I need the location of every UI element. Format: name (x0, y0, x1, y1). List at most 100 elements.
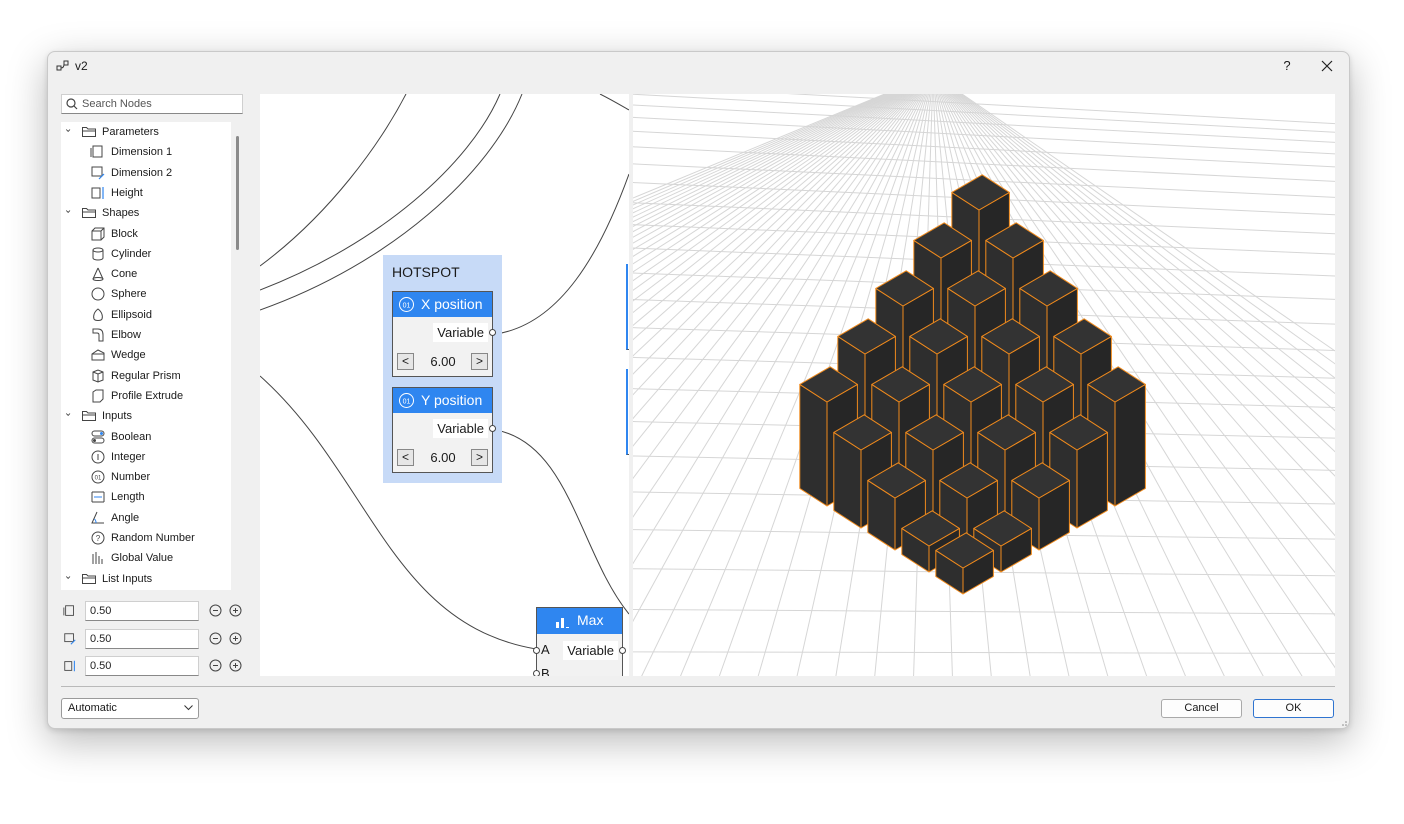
tree-item-label: Regular Prism (111, 369, 181, 382)
dimension-2-icon (64, 633, 76, 645)
tree-item-label: Length (111, 491, 145, 504)
tree-group-label: List Inputs (102, 572, 153, 585)
tree-item-height[interactable]: Height (61, 183, 231, 203)
svg-text:01: 01 (403, 399, 411, 406)
tree-item-wedge[interactable]: Wedge (61, 345, 231, 365)
decrement-icon[interactable] (209, 604, 222, 617)
node-header[interactable]: 01 X position (393, 292, 492, 317)
tree-item-label: Cylinder (111, 247, 152, 260)
tree-item-global-value[interactable]: Global Value (61, 548, 231, 568)
footer-divider (61, 686, 1335, 687)
tree-item-label: Wedge (111, 349, 146, 362)
ok-button[interactable]: OK (1253, 699, 1334, 718)
parameter-row (61, 601, 243, 621)
decrement-icon[interactable] (209, 632, 222, 645)
bar-chart-icon (556, 618, 569, 628)
dimension-2-icon (91, 166, 105, 180)
tree-item-block[interactable]: Block (61, 224, 231, 244)
tree-item-ellipsoid[interactable]: Ellipsoid (61, 305, 231, 325)
value-stepper[interactable]: < 6.00 > (397, 449, 489, 467)
output-port[interactable] (489, 425, 496, 432)
output-port[interactable] (619, 647, 626, 654)
input-port-a[interactable] (533, 647, 540, 654)
output-label: Variable (563, 641, 618, 660)
folder-icon (82, 573, 96, 584)
tree-item-elbow[interactable]: Elbow (61, 325, 231, 345)
3d-scene (633, 94, 1335, 676)
tree-item-label: Ellipsoid (111, 308, 152, 321)
tree-item-label: Block (111, 227, 138, 240)
dimension-icon (90, 145, 103, 158)
increment-icon[interactable] (229, 659, 242, 672)
help-button[interactable]: ? (1276, 55, 1298, 77)
value-stepper[interactable]: < 6.00 > (397, 353, 489, 371)
hotspot-group[interactable]: HOTSPOT 01 X position Variable < 6.00 > … (383, 255, 502, 483)
tree-item-cone[interactable]: Cone (61, 264, 231, 284)
search-box[interactable] (61, 94, 243, 114)
random-number-icon: ? (91, 531, 105, 545)
input-port-b[interactable] (533, 670, 540, 676)
window-title: v2 (75, 59, 88, 73)
tree-group-list-inputs[interactable]: List Inputs (61, 569, 231, 589)
tree-item-profile-extrude[interactable]: Profile Extrude (61, 386, 231, 406)
resize-grip-icon[interactable] (1339, 718, 1347, 726)
output-port[interactable] (489, 329, 496, 336)
decrement-button[interactable]: < (397, 353, 414, 370)
decrement-button[interactable]: < (397, 449, 414, 466)
node-title: X position (421, 296, 483, 312)
mode-select-value: Automatic (68, 702, 117, 714)
tree-item-dimension-1[interactable]: Dimension 1 (61, 142, 231, 162)
search-icon (66, 98, 78, 110)
wire (495, 429, 629, 615)
tree-group-label: Parameters (102, 126, 159, 138)
max-node[interactable]: Max A B Variable (533, 607, 626, 676)
parameter-row (61, 629, 243, 649)
input-b-label: B (541, 666, 550, 676)
mode-select[interactable]: Automatic (61, 698, 199, 719)
tree-item-length[interactable]: Length (61, 487, 231, 507)
tree-item-integer[interactable]: Integer (61, 447, 231, 467)
prism-icon (92, 369, 104, 383)
tree-item-regular-prism[interactable]: Regular Prism (61, 366, 231, 386)
offscreen-node-edge (626, 369, 629, 455)
svg-text:01: 01 (403, 303, 411, 310)
tree-item-angle[interactable]: Angle (61, 508, 231, 528)
close-icon[interactable] (1316, 55, 1338, 77)
tree-item-label: Sphere (111, 288, 147, 301)
decrement-icon[interactable] (209, 659, 222, 672)
increment-icon[interactable] (229, 604, 242, 617)
3d-viewport[interactable] (633, 94, 1335, 676)
cancel-button[interactable]: Cancel (1161, 699, 1242, 718)
increment-icon[interactable] (229, 632, 242, 645)
tree-group-parameters[interactable]: Parameters (61, 122, 231, 142)
global-value-icon (92, 552, 103, 565)
tree-scrollbar-thumb[interactable] (236, 136, 239, 250)
increment-button[interactable]: > (471, 449, 488, 466)
chevron-down-icon (65, 413, 71, 417)
tree-item-number[interactable]: 01 Number (61, 467, 231, 487)
length-icon (91, 491, 105, 503)
node-graph-canvas[interactable]: HOTSPOT 01 X position Variable < 6.00 > … (260, 94, 629, 676)
parameter-value-input[interactable] (85, 601, 199, 621)
tree-group-inputs[interactable]: Inputs (61, 406, 231, 426)
y-position-node[interactable]: 01 Y position Variable < 6.00 > (392, 387, 496, 473)
tree-item-cylinder[interactable]: Cylinder (61, 244, 231, 264)
svg-text:01: 01 (95, 476, 102, 482)
node-header[interactable]: 01 Y position (393, 388, 492, 413)
x-position-node[interactable]: 01 X position Variable < 6.00 > (392, 291, 496, 377)
tree-item-dimension-2[interactable]: Dimension 2 (61, 163, 231, 183)
tree-item-random-number[interactable]: ? Random Number (61, 528, 231, 548)
group-label: HOTSPOT (392, 264, 460, 280)
increment-button[interactable]: > (471, 353, 488, 370)
search-input[interactable] (82, 96, 237, 112)
height-icon (91, 186, 104, 199)
parameter-value-input[interactable] (85, 629, 199, 649)
tree-item-sphere[interactable]: Sphere (61, 284, 231, 304)
number-icon: 01 (91, 470, 105, 484)
parameter-value-input[interactable] (85, 656, 199, 676)
tree-group-shapes[interactable]: Shapes (61, 203, 231, 223)
number-icon: 01 (399, 297, 414, 312)
node-title: Max (577, 612, 604, 628)
node-header[interactable]: Max (537, 608, 622, 634)
tree-item-boolean[interactable]: Boolean (61, 427, 231, 447)
